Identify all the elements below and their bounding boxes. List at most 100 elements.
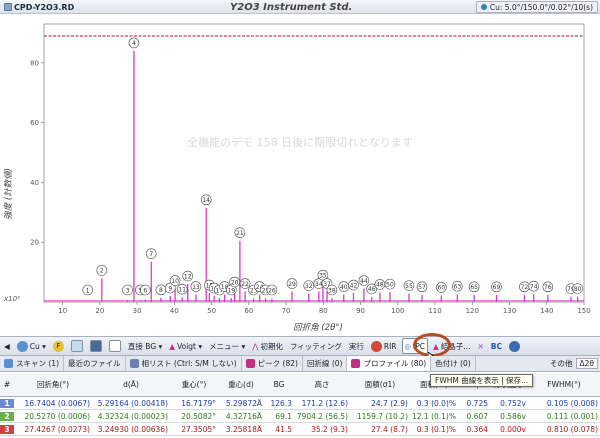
peak-label-text: 20 [231,279,239,286]
table-row[interactable]: 3 27.4267 (0.0273) 3.24930 (0.00636) 27.350… [0,423,600,436]
column-header[interactable]: # [0,380,14,389]
run-button-label: 実行 [348,341,364,351]
column-header[interactable]: 面積(σ1) [350,379,410,390]
bg-button[interactable]: 直接 BG ▾ [126,338,164,354]
file-tab-label: CPD-Y2O3.RD [14,2,75,12]
close-x-icon[interactable]: ✕ [475,338,485,354]
demo-watermark: 全機能のデモ 158 日後に期限切れとなります [187,135,413,149]
cu-selector[interactable]: Cu ▾ [15,338,48,354]
other-button[interactable]: その他 [550,358,573,369]
peak-label-text: 12 [184,273,192,280]
rir-icon [370,340,382,352]
peak-label-text: 40 [340,284,348,291]
table-cell: 27.4267 (0.0273) [24,424,91,434]
arrow-left-icon[interactable]: ◀ [2,338,12,354]
table-cell: 3.24930 (0.00636) [97,424,168,434]
table-cell: 0.752v [500,398,526,408]
radiation-icon [16,340,28,352]
peak-label-text: 13 [192,284,200,291]
fitting-button-label: フィッティング [289,341,342,351]
voigt-button[interactable]: ▲ Voigt ▾ [167,338,204,354]
cu-selector-label: Cu ▾ [29,341,46,351]
bg-button-label: 直接 BG ▾ [127,341,163,351]
tab-peaks[interactable]: ピーク (82) [242,356,303,371]
peak-label-text: 2 [100,268,104,275]
table-row[interactable]: 2 20.5270 (0.0006) 4.32324 (0.00023) 20.508… [0,410,600,423]
plot-axes: 10 20 30 40 50 60 70 80 90 100 110 120 130 140 1502040… [30,23,591,315]
peak-label-text: 50 [386,281,394,288]
scan-conditions-label: Cu: 5.0°/150.0°/0.02°/10(s) [489,2,593,12]
scan-conditions[interactable]: Cu: 5.0°/150.0°/0.02°/10(s) [475,1,598,13]
crystallite-button[interactable]: ▲ 結晶子... [431,338,472,354]
column-header[interactable]: BG [264,380,294,389]
run-button[interactable]: 実行 [347,338,366,354]
table-cell: 0.000v [500,424,526,434]
table-cell: 27.4 (8.7) [371,424,408,434]
column-header[interactable]: 回折角(°) [14,379,92,390]
tab-coloring[interactable]: 色付け (0) [431,356,476,371]
table-cell: 3.25818Å [225,424,262,434]
main-toolbar: ◀ Cu ▾ F 直接 BG ▾ ▲ Voigt ▾ メニュー ▾ ⋀ 初期化 … [0,336,600,356]
x-tick-label: 50 [207,307,216,315]
column-header[interactable]: 高さ [294,379,350,390]
delta-two-theta-field[interactable]: Δ2θ [575,358,598,369]
file-tab[interactable]: CPD-Y2O3.RD [0,0,78,14]
tooltip: FWHM 曲線を表示 | 保存... [430,374,534,387]
tab-phase-list[interactable]: 相リスト (Ctrl: S/M しない) [126,356,242,371]
x-tick-label: 140 [540,307,553,315]
peak-labels: 1234567891011121314151617181920212223242… [82,37,583,296]
peak-label-text: 38 [328,287,336,294]
tab-diffraction-lines[interactable]: 回折線 (0) [303,356,348,371]
y-tick-label: 40 [30,179,39,187]
column-header[interactable]: 重心(°) [170,379,218,390]
table-body: 1 16.7404 (0.0067) 5.29164 (0.00418) 16.717… [0,397,600,436]
peak-label-text: 63 [454,284,462,291]
list-icon [129,359,139,368]
table-cell: 69.1 [275,411,292,421]
f-button[interactable]: F [51,338,66,354]
profile-icon: ⋀ [252,341,259,351]
tab-scan[interactable]: スキャン (1) [0,356,65,371]
crystallite-button-label: 結晶子... [440,341,471,351]
x-tick-label: 90 [356,307,365,315]
column-header[interactable]: FWHM(°) [528,380,600,389]
table-cell: 0.586v [500,411,526,421]
init-button[interactable]: ⋀ 初期化 [250,338,285,354]
table-cell: 1159.7 (10.2) [356,411,408,421]
peak-label-text: 9 [168,285,172,292]
column-header[interactable]: 重心(d) [218,379,264,390]
ipc-button[interactable]: ◎ IPC [401,338,429,354]
table-cell: 27.3505° [181,424,216,434]
init-button-label: 初期化 [260,341,283,351]
help-icon[interactable] [507,338,522,354]
x-tick-label: 30 [133,307,142,315]
save-icon[interactable] [88,338,104,354]
chart-title: Y2O3 Instrument Std. [230,2,353,13]
peak-label-text: 57 [418,284,426,291]
tab-peaks-label: ピーク (82) [257,359,298,368]
table-cell: 0.105 (0.008) [546,398,598,408]
peak-label-text: 32 [305,283,313,290]
tab-profile[interactable]: プロファイル (80) [347,356,432,371]
table-row[interactable]: 1 16.7404 (0.0067) 5.29164 (0.00418) 16.717… [0,397,600,410]
peak-label-text: 6 [143,287,147,294]
menu-button[interactable]: メニュー ▾ [207,338,247,354]
chart-icon[interactable] [69,338,85,354]
peak-label-text: 55 [405,283,413,290]
x-tick-label: 10 [58,307,67,315]
row-index: 2 [0,411,14,421]
column-header[interactable]: d(Å) [92,380,170,389]
tab-recent-files[interactable]: 最近のファイル [64,356,126,371]
x-tick-label: 120 [466,307,479,315]
document-icon [4,3,12,11]
table-cell: 20.5270 (0.0006) [24,411,91,421]
fitting-button[interactable]: フィッティング [288,338,344,354]
x-tick-label: 110 [428,307,441,315]
bc-button[interactable]: BC [489,338,504,354]
tab-coloring-label: 色付け (0) [435,359,471,368]
table-icon[interactable] [107,338,123,354]
diffraction-plot[interactable]: 10 20 30 40 50 60 70 80 90 100 110 120 130 140 1502040… [0,14,600,336]
rir-button[interactable]: RIR [369,338,399,354]
peak-label-text: 21 [236,230,244,237]
x-tick-label: 70 [282,307,291,315]
